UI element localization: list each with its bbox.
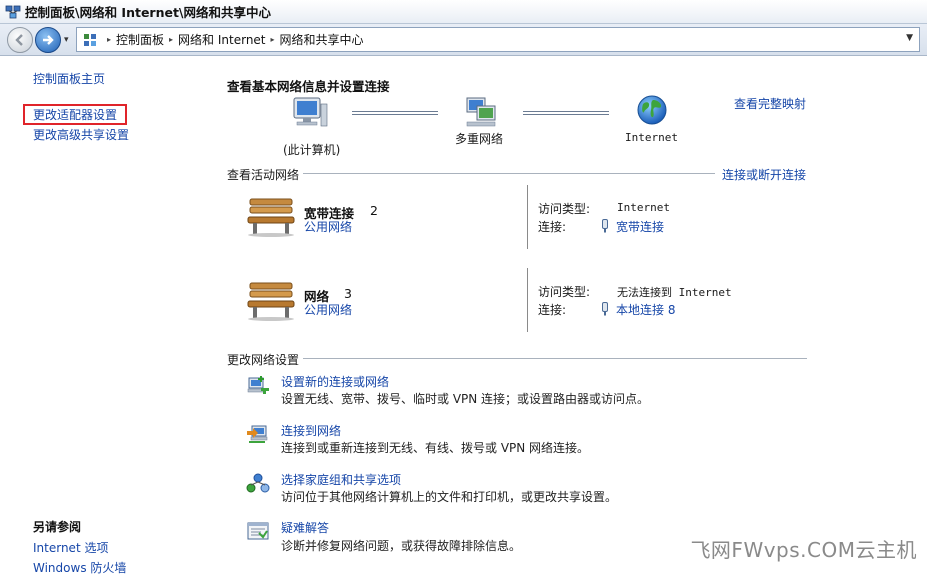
network-type-link[interactable]: 公用网络 bbox=[304, 218, 352, 235]
active-networks-heading: 查看活动网络 bbox=[227, 168, 300, 182]
connect-network-icon bbox=[247, 425, 268, 443]
setup-connection-link[interactable]: 设置新的连接或网络 bbox=[281, 373, 389, 390]
homegroup-icon bbox=[246, 473, 270, 493]
access-type-value: Internet bbox=[617, 201, 670, 214]
troubleshoot-link[interactable]: 疑难解答 bbox=[281, 519, 329, 536]
lan-connection-icon bbox=[602, 302, 608, 316]
connect-disconnect-link[interactable]: 连接或断开连接 bbox=[722, 166, 806, 183]
network-number: 3 bbox=[344, 286, 352, 301]
internet-label: Internet bbox=[625, 131, 678, 144]
column-divider bbox=[527, 268, 528, 332]
public-network-bench-icon bbox=[247, 198, 295, 237]
task-description: 设置无线、宽带、拨号、临时或 VPN 连接；或设置路由器或访问点。 bbox=[281, 392, 650, 406]
dialup-connection-icon bbox=[602, 219, 608, 233]
connect-to-network-link[interactable]: 连接到网络 bbox=[281, 422, 341, 439]
task-description: 连接到或重新连接到无线、有线、拨号或 VPN 网络连接。 bbox=[281, 441, 590, 455]
column-divider bbox=[527, 185, 528, 249]
connection-label: 连接: bbox=[538, 303, 567, 317]
task-description: 诊断并修复网络问题，或获得故障排除信息。 bbox=[281, 539, 522, 553]
section-divider bbox=[303, 173, 715, 174]
public-network-bench-icon bbox=[247, 282, 295, 321]
main-content: 查看基本网络信息并设置连接 查看完整映射 (此计算机) 多重网络 Interne… bbox=[0, 0, 927, 575]
view-full-map-link[interactable]: 查看完整映射 bbox=[734, 95, 806, 112]
connection-link[interactable]: 本地连接 8 bbox=[616, 301, 675, 318]
multiple-networks-icon bbox=[466, 97, 496, 127]
section-divider bbox=[303, 358, 807, 359]
change-settings-heading: 更改网络设置 bbox=[227, 353, 300, 367]
connection-link[interactable]: 宽带连接 bbox=[616, 218, 664, 235]
page-title: 查看基本网络信息并设置连接 bbox=[227, 79, 390, 94]
access-type-label: 访问类型: bbox=[538, 202, 591, 216]
computer-icon bbox=[293, 97, 328, 127]
homegroup-sharing-link[interactable]: 选择家庭组和共享选项 bbox=[281, 471, 401, 488]
globe-icon bbox=[637, 95, 667, 125]
multiple-networks-label: 多重网络 bbox=[455, 132, 504, 146]
computer-label: (此计算机) bbox=[283, 143, 341, 157]
map-connector bbox=[523, 111, 609, 115]
access-type-label: 访问类型: bbox=[538, 285, 591, 299]
access-type-value: 无法连接到 Internet bbox=[617, 286, 732, 299]
new-connection-icon bbox=[247, 376, 269, 394]
network-number: 2 bbox=[370, 203, 378, 218]
map-connector bbox=[352, 111, 438, 115]
watermark: 飞网FWvps.COM云主机 bbox=[690, 538, 917, 562]
network-type-link[interactable]: 公用网络 bbox=[304, 301, 352, 318]
troubleshoot-icon bbox=[247, 522, 269, 540]
task-description: 访问位于其他网络计算机上的文件和打印机，或更改共享设置。 bbox=[281, 490, 618, 504]
connection-label: 连接: bbox=[538, 220, 567, 234]
